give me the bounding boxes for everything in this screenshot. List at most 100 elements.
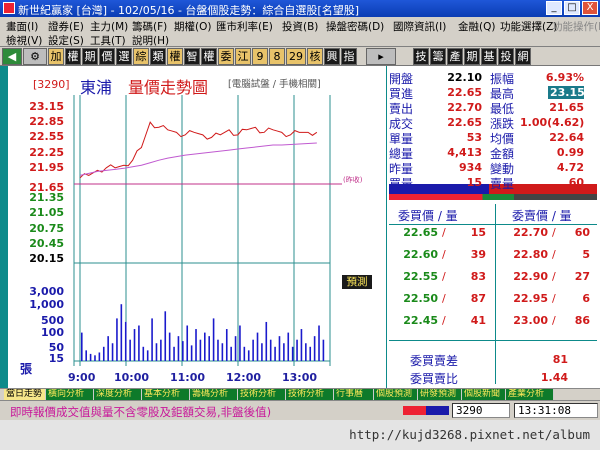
toolbar-button-13[interactable]: 9 (252, 48, 268, 65)
close-button[interactable]: X (582, 1, 598, 15)
menu-trading-code[interactable]: 操盤密碼(D) (326, 19, 384, 34)
toolbar-button-2[interactable]: 權 (65, 48, 81, 65)
bid-qty: 41 (470, 314, 486, 327)
scroll-toolbar-icon[interactable]: ▸ (366, 48, 396, 65)
menu-tools[interactable]: 工具(T) (90, 33, 126, 48)
volume-bar (318, 325, 320, 361)
back-icon[interactable]: ◀ (2, 48, 22, 65)
volume-bar (283, 343, 285, 361)
toolbar-button-6[interactable]: 綜 (133, 48, 149, 65)
ask-qty: 86 (574, 314, 590, 327)
toolbar-button-3[interactable]: 期 (82, 48, 98, 65)
toolbar-button-21[interactable]: 產 (447, 48, 463, 65)
toolbar-button-14[interactable]: 8 (269, 48, 285, 65)
volume-bar (182, 341, 184, 361)
menu-settings[interactable]: 設定(S) (48, 33, 84, 48)
quote-value: 4,413 (447, 146, 482, 159)
menu-main-force[interactable]: 主力(M) (90, 19, 128, 34)
minimize-button[interactable]: _ (546, 1, 562, 15)
toolbar-button-15[interactable]: 29 (286, 48, 306, 65)
quote-value: 15 (466, 176, 482, 189)
price-tick-label: 22.85 (29, 115, 64, 129)
prediction-button[interactable]: 預測 (342, 275, 372, 289)
toolbar-button-11[interactable]: 委 (218, 48, 234, 65)
time-tick-label: 10:00 (114, 371, 150, 384)
bid-ask-diff-value: 81 (552, 353, 568, 366)
volume-bar (265, 321, 268, 361)
menu-options[interactable]: 期權(O) (174, 19, 211, 34)
volume-bar (313, 336, 316, 361)
volume-bar (98, 352, 101, 361)
menu-screen[interactable]: 畫面(I) (6, 19, 38, 34)
toolbar-button-12[interactable]: 江 (235, 48, 251, 65)
ask-price: 22.95 (513, 292, 548, 305)
volume-bar (309, 346, 312, 361)
menu-view[interactable]: 檢視(V) (6, 33, 42, 48)
main-area: [3290] 東浦 量價走勢圖 [電腦試盤 / 手機相關] 張 (昨收) 預測 … (0, 66, 600, 388)
bid-qty: 15 (470, 226, 486, 239)
menu-intl-info[interactable]: 國際資訊(I) (393, 19, 446, 34)
volume-bar (168, 332, 171, 361)
toolbar-button-8[interactable]: 權 (167, 48, 183, 65)
gear-icon[interactable]: ⚙ (23, 48, 47, 65)
watermark-url: http://kujd3268.pixnet.net/album (349, 427, 590, 442)
maximize-button[interactable]: □ (564, 1, 580, 15)
bid-price: 22.60 (403, 248, 438, 261)
toolbar-button-9[interactable]: 智 (184, 48, 200, 65)
bid-separator: / (442, 248, 446, 261)
toolbar-button-18[interactable]: 指 (341, 48, 357, 65)
menu-investment[interactable]: 投資(B) (282, 19, 318, 34)
chart-grid (73, 95, 331, 366)
ask-qty: 27 (574, 270, 590, 283)
bid-price: 22.45 (403, 314, 438, 327)
volume-bar (89, 353, 92, 361)
volume-bar (155, 343, 158, 361)
volume-bar (81, 332, 83, 361)
volume-bar (278, 336, 281, 361)
toolbar: ◀ ⚙ 加 權 期 價 選 綜 類 權 智 權 委 江 9 8 29 核 興 指… (0, 47, 600, 66)
ask-separator: / (552, 292, 556, 305)
menu-fx-rates[interactable]: 匯市利率(E) (216, 19, 273, 34)
toolbar-button-10[interactable]: 權 (201, 48, 217, 65)
status-indicator (403, 406, 449, 415)
toolbar-button-24[interactable]: 投 (498, 48, 514, 65)
quote-value: 1.00(4.62) (520, 116, 585, 129)
volume-bar (291, 346, 294, 361)
toolbar-button-16[interactable]: 核 (307, 48, 323, 65)
bid-separator: / (442, 314, 446, 327)
bid-ask-diff-label: 委買賣差 (410, 354, 459, 368)
time-tick-label: 13:00 (282, 371, 318, 384)
menu-finance[interactable]: 金融(Q) (458, 19, 495, 34)
toolbar-button-25[interactable]: 網 (515, 48, 531, 65)
price-tick-label: 21.35 (29, 191, 64, 205)
volume-bar (230, 346, 232, 361)
toolbar-button-19[interactable]: 技 (413, 48, 429, 65)
quote-value: 21.65 (549, 101, 584, 114)
menu-chips[interactable]: 籌碼(F) (132, 19, 167, 34)
menu-function-operate[interactable]: 功能操作(R) (552, 19, 600, 34)
menu-function-select[interactable]: 功能選擇(Z) (500, 19, 557, 34)
toolbar-button-17[interactable]: 興 (324, 48, 340, 65)
bid-separator: / (442, 270, 446, 283)
volume-bar (274, 346, 276, 361)
orderbook-footer-line (389, 340, 597, 341)
toolbar-button-5[interactable]: 選 (116, 48, 132, 65)
ask-price: 22.90 (513, 270, 548, 283)
toolbar-button-22[interactable]: 期 (464, 48, 480, 65)
toolbar-button-1[interactable]: 加 (48, 48, 64, 65)
quote-value: 22.65 (447, 86, 482, 99)
volume-tick-label: 15 (48, 352, 64, 365)
toolbar-button-4[interactable]: 價 (99, 48, 115, 65)
volume-tick-label: 1,000 (29, 298, 64, 311)
volume-bar (164, 311, 167, 361)
menu-help[interactable]: 說明(H) (132, 33, 169, 48)
toolbar-button-7[interactable]: 類 (150, 48, 166, 65)
volume-bar (239, 325, 241, 361)
volume-bar (296, 339, 298, 361)
volume-bar (107, 336, 109, 361)
menu-bar: 畫面(I) 證券(E) 主力(M) 籌碼(F) 期權(O) 匯市利率(E) 投資… (0, 17, 600, 47)
toolbar-button-23[interactable]: 基 (481, 48, 497, 65)
bid-price: 22.65 (403, 226, 438, 239)
menu-securities[interactable]: 證券(E) (48, 19, 84, 34)
toolbar-button-20[interactable]: 籌 (430, 48, 446, 65)
